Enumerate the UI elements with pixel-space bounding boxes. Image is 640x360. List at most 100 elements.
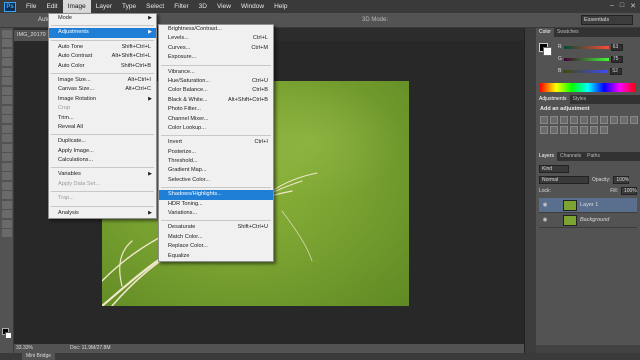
- maximize-icon[interactable]: □: [620, 2, 624, 10]
- tool-icon[interactable]: [1, 86, 12, 95]
- minimize-icon[interactable]: –: [610, 2, 614, 10]
- layer-row[interactable]: ◉ Layer 1: [539, 198, 637, 213]
- tool-icon[interactable]: [1, 124, 12, 133]
- menu-edit[interactable]: Edit: [41, 0, 62, 13]
- menu-item-channel-mixer[interactable]: Channel Mixer...: [159, 115, 273, 124]
- menu-item-black-white[interactable]: Black & White... Alt+Shift+Ctrl+B: [159, 96, 273, 105]
- background-color-swatch[interactable]: [5, 332, 12, 339]
- adjustment-icon[interactable]: [560, 116, 568, 124]
- tool-icon[interactable]: [1, 210, 12, 218]
- menu-filter[interactable]: Filter: [169, 0, 193, 13]
- menu-item-match-color[interactable]: Match Color...: [159, 233, 273, 242]
- slider-b[interactable]: B 52: [558, 67, 638, 75]
- tab-styles[interactable]: Styles: [570, 95, 590, 104]
- r-value[interactable]: 63: [610, 43, 623, 51]
- adjustment-icon[interactable]: [570, 126, 578, 134]
- eye-icon[interactable]: ◉: [539, 202, 551, 208]
- menu-file[interactable]: File: [21, 0, 41, 13]
- adjustment-icon[interactable]: [570, 116, 578, 124]
- workspace-select[interactable]: Essentials: [581, 15, 633, 25]
- mini-bridge-tab[interactable]: Mini Bridge: [22, 353, 56, 360]
- menu-item-threshold[interactable]: Threshold...: [159, 157, 273, 166]
- eye-icon[interactable]: ◉: [539, 217, 551, 223]
- menu-item-auto-contrast[interactable]: Auto Contrast Alt+Shift+Ctrl+L: [49, 52, 156, 61]
- menu-item-reveal-all[interactable]: Reveal All: [49, 123, 156, 132]
- menu-item-variations[interactable]: Variations...: [159, 209, 273, 218]
- adjustment-icon[interactable]: [620, 116, 628, 124]
- menu-item-image-rotation[interactable]: Image Rotation ▶: [49, 95, 156, 104]
- tool-icon[interactable]: [1, 39, 12, 47]
- color-spectrum[interactable]: [540, 83, 636, 92]
- tab-channels[interactable]: Channels: [557, 152, 584, 161]
- menu-item-levels[interactable]: Levels... Ctrl+L: [159, 34, 273, 43]
- menu-window[interactable]: Window: [236, 0, 269, 13]
- menu-item-auto-color[interactable]: Auto Color Shift+Ctrl+B: [49, 62, 156, 71]
- close-icon[interactable]: ✕: [630, 2, 636, 10]
- menu-item-image-size[interactable]: Image Size... Alt+Ctrl+I: [49, 76, 156, 85]
- menu-item-photo-filter[interactable]: Photo Filter...: [159, 105, 273, 114]
- adjustment-icon[interactable]: [580, 126, 588, 134]
- tool-icon[interactable]: [1, 96, 12, 104]
- menu-item-selective-color[interactable]: Selective Color...: [159, 176, 273, 185]
- menu-item-posterize[interactable]: Posterize...: [159, 148, 273, 157]
- adjustment-icon[interactable]: [550, 116, 558, 124]
- menu-item-variables[interactable]: Variables ▶: [49, 170, 156, 179]
- adjustment-icon[interactable]: [580, 116, 588, 124]
- adjustment-icon[interactable]: [550, 126, 558, 134]
- adjustment-icon[interactable]: [630, 116, 638, 124]
- adjustment-icon[interactable]: [540, 116, 548, 124]
- tool-icon[interactable]: [1, 200, 12, 209]
- adjustment-icon[interactable]: [540, 126, 548, 134]
- adjustment-icon[interactable]: [590, 126, 598, 134]
- tool-icon[interactable]: [1, 67, 12, 76]
- menu-item-calculations[interactable]: Calculations...: [49, 156, 156, 165]
- menu-item-invert[interactable]: Invert Ctrl+I: [159, 138, 273, 147]
- tab-layers[interactable]: Layers: [536, 152, 558, 161]
- tab-color[interactable]: Color: [536, 28, 554, 37]
- menu-type[interactable]: Type: [117, 0, 141, 13]
- menu-item-curves[interactable]: Curves... Ctrl+M: [159, 44, 273, 53]
- tab-swatches[interactable]: Swatches: [554, 28, 582, 37]
- menu-item-apply-image[interactable]: Apply Image...: [49, 147, 156, 156]
- adjustment-icon[interactable]: [610, 116, 618, 124]
- tab-paths[interactable]: Paths: [584, 152, 603, 161]
- tool-icon[interactable]: [1, 162, 12, 171]
- menu-help[interactable]: Help: [269, 0, 292, 13]
- menu-item-hue-saturation[interactable]: Hue/Saturation... Ctrl+U: [159, 77, 273, 86]
- menu-item-mode[interactable]: Mode ▶: [49, 14, 156, 23]
- slider-track-r[interactable]: [563, 45, 609, 49]
- menu-item-auto-tone[interactable]: Auto Tone Shift+Ctrl+L: [49, 43, 156, 52]
- menu-item-brightness-contrast[interactable]: Brightness/Contrast...: [159, 25, 273, 34]
- menu-view[interactable]: View: [212, 0, 236, 13]
- tool-icon[interactable]: [1, 77, 12, 85]
- layer-row[interactable]: ◉ Background: [539, 213, 637, 228]
- menu-item-gradient-map[interactable]: Gradient Map...: [159, 166, 273, 175]
- tool-icon[interactable]: [1, 191, 12, 199]
- tab-adjustments[interactable]: Adjustments: [536, 95, 570, 104]
- tool-icon[interactable]: [1, 143, 12, 152]
- menu-item-duplicate[interactable]: Duplicate...: [49, 137, 156, 146]
- tool-icon[interactable]: [1, 105, 12, 114]
- tool-icon[interactable]: [1, 219, 12, 228]
- menu-item-desaturate[interactable]: Desaturate Shift+Ctrl+U: [159, 223, 273, 232]
- menu-item-canvas-size[interactable]: Canvas Size... Alt+Ctrl+C: [49, 85, 156, 94]
- document-tab[interactable]: IMG_20170: [14, 30, 52, 41]
- b-value[interactable]: 52: [610, 67, 623, 75]
- adjustment-icon[interactable]: [590, 116, 598, 124]
- menu-item-exposure[interactable]: Exposure...: [159, 53, 273, 62]
- menu-item-color-lookup[interactable]: Color Lookup...: [159, 124, 273, 133]
- menu-image[interactable]: Image: [62, 0, 91, 13]
- tool-icon[interactable]: [1, 29, 12, 38]
- slider-track-g[interactable]: [563, 57, 609, 61]
- menu-item-color-balance[interactable]: Color Balance... Ctrl+B: [159, 86, 273, 95]
- blend-mode-select[interactable]: Normal: [539, 175, 589, 184]
- g-value[interactable]: 75: [610, 55, 623, 63]
- tool-icon[interactable]: [1, 134, 12, 142]
- adjustment-icon[interactable]: [560, 126, 568, 134]
- menu-item-hdr-toning[interactable]: HDR Toning...: [159, 200, 273, 209]
- adjustment-icon[interactable]: [600, 116, 608, 124]
- menu-3d[interactable]: 3D: [194, 0, 212, 13]
- tool-icon[interactable]: [1, 153, 12, 161]
- layer-kind-filter[interactable]: Kind: [539, 164, 569, 173]
- menu-item-analysis[interactable]: Analysis ▶: [49, 209, 156, 218]
